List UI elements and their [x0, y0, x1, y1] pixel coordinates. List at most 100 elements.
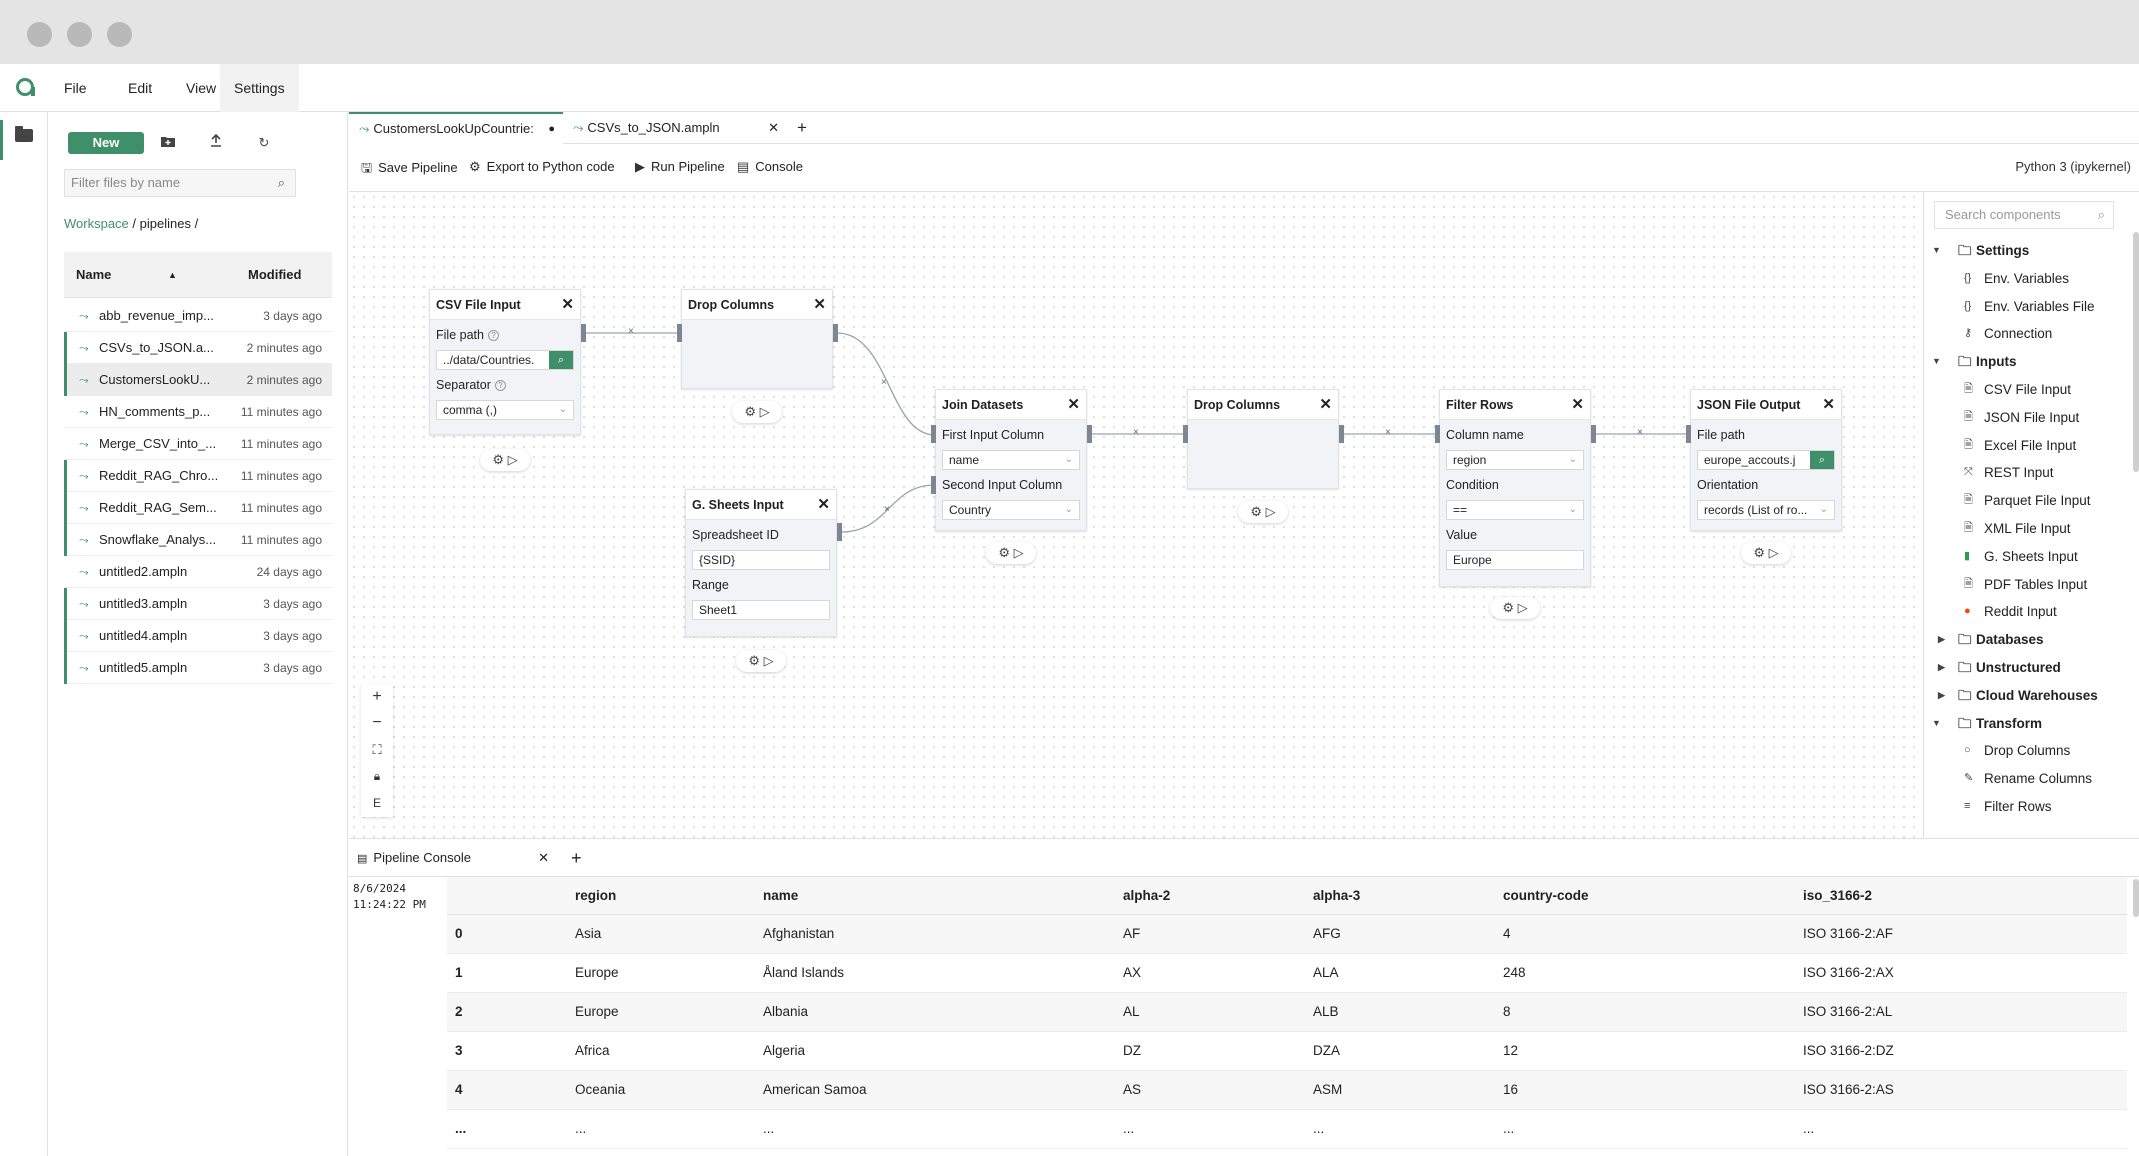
close-node-icon[interactable]: ✕ — [1571, 390, 1584, 420]
component-item[interactable]: 🗎 Parquet File Input — [1924, 487, 2134, 515]
help-icon[interactable]: ? — [487, 330, 499, 342]
value-input[interactable]: Europe — [1446, 550, 1584, 570]
input-handle-2[interactable] — [931, 476, 936, 494]
output-handle[interactable] — [833, 324, 838, 342]
close-tab-icon[interactable]: ✕ — [768, 112, 779, 144]
caret-down-icon[interactable]: ▼ — [1932, 237, 1941, 265]
component-category[interactable]: ▶ 🗀 Cloud Warehouses — [1924, 682, 2134, 710]
component-item[interactable]: ✎ Rename Columns — [1924, 765, 2134, 793]
unsaved-dot-icon[interactable]: ● — [548, 114, 555, 144]
run-node-icon[interactable]: ▷ — [1014, 545, 1024, 560]
file-list-item[interactable]: ⤳ CSVs_to_JSON.a... 2 minutes ago — [64, 332, 332, 364]
run-node-icon[interactable]: ▷ — [508, 452, 518, 467]
name-column-header[interactable]: Name — [76, 252, 111, 298]
component-item[interactable]: ● Reddit Input — [1924, 598, 2134, 626]
file-list-item[interactable]: ⤳ untitled5.ampln 3 days ago — [64, 652, 332, 684]
help-icon[interactable]: ? — [494, 380, 506, 392]
new-button[interactable]: New — [68, 132, 144, 154]
component-category[interactable]: ▶ 🗀 Databases — [1924, 626, 2134, 654]
run-node-icon[interactable]: ▷ — [1769, 545, 1779, 560]
component-category[interactable]: ▼ 🗀 Settings — [1924, 237, 2134, 265]
caret-right-icon[interactable]: ▶ — [1938, 654, 1945, 682]
export-python-button[interactable]: ⚙ Export to Python code — [469, 159, 615, 175]
input-handle[interactable] — [677, 324, 682, 342]
file-list-item[interactable]: ⤳ abb_revenue_imp... 3 days ago — [64, 300, 332, 332]
add-tab-button[interactable]: + — [787, 112, 817, 144]
settings-gear-icon[interactable]: ⚙ — [1753, 545, 1765, 560]
close-node-icon[interactable]: ✕ — [813, 290, 826, 320]
node-filter-rows[interactable]: Filter Rows ✕ Column name region ⌄ Conditi… — [1439, 389, 1591, 587]
settings-gear-icon[interactable]: ⚙ — [1502, 600, 1514, 615]
node-json-file-output[interactable]: JSON File Output ✕ File path europe_accou… — [1690, 389, 1842, 531]
close-node-icon[interactable]: ✕ — [561, 290, 574, 320]
file-list-item[interactable]: ⤳ Snowflake_Analys... 11 minutes ago — [64, 524, 332, 556]
lock-icon[interactable]: 🔒︎ — [363, 763, 391, 789]
browse-file-icon[interactable]: ⌕ — [549, 351, 573, 369]
layout-e-icon[interactable]: E — [363, 790, 391, 816]
settings-gear-icon[interactable]: ⚙ — [492, 452, 504, 467]
add-console-tab-button[interactable]: + — [571, 839, 582, 877]
delete-edge-icon[interactable]: × — [881, 377, 887, 388]
file-list-item[interactable]: ⤳ HN_comments_p... 11 minutes ago — [64, 396, 332, 428]
component-item[interactable]: 🗎 XML File Input — [1924, 515, 2134, 543]
settings-gear-icon[interactable]: ⚙ — [748, 653, 760, 668]
minimize-window-button[interactable] — [67, 22, 92, 47]
node-join-datasets[interactable]: Join Datasets ✕ First Input Column name ⌄ … — [935, 389, 1087, 531]
node-gsheets-input[interactable]: G. Sheets Input ✕ Spreadsheet ID {SSID} R… — [685, 489, 837, 637]
tab-customers-lookup[interactable]: ⤳ CustomersLookUpCountrie: ● — [349, 112, 563, 144]
first-input-column-select[interactable]: name ⌄ — [942, 450, 1080, 470]
file-filter-input[interactable]: Filter files by name ⌕ — [64, 169, 296, 197]
file-list-item[interactable]: ⤳ Reddit_RAG_Chro... 11 minutes ago — [64, 460, 332, 492]
console-scrollbar[interactable] — [2133, 879, 2139, 917]
run-node-icon[interactable]: ▷ — [1266, 504, 1276, 519]
settings-gear-icon[interactable]: ⚙ — [998, 545, 1010, 560]
input-handle[interactable] — [1183, 425, 1188, 443]
tab-csvs-to-json[interactable]: ⤳ CSVs_to_JSON.ampln ✕ — [563, 112, 787, 144]
spreadsheet-id-input[interactable]: {SSID} — [692, 550, 830, 570]
fit-view-icon[interactable]: ⛶ — [363, 737, 391, 763]
delete-edge-icon[interactable]: × — [1133, 427, 1139, 438]
pipeline-canvas[interactable]: × × × × × × CSV File Input ✕ File path? .… — [349, 192, 1923, 838]
caret-right-icon[interactable]: ▶ — [1938, 682, 1945, 710]
node-drop-columns-2[interactable]: Drop Columns ✕ — [1187, 389, 1339, 489]
component-item[interactable]: ≡ Filter Rows — [1924, 793, 2134, 821]
file-list-item[interactable]: ⤳ untitled3.ampln 3 days ago — [64, 588, 332, 620]
input-handle[interactable] — [1686, 425, 1691, 443]
caret-right-icon[interactable]: ▶ — [1938, 626, 1945, 654]
run-node-icon[interactable]: ▷ — [1518, 600, 1528, 615]
file-list-item[interactable]: ⤳ untitled2.ampln 24 days ago — [64, 556, 332, 588]
modified-column-header[interactable]: Modified — [248, 252, 301, 298]
breadcrumb-pipelines[interactable]: pipelines — [140, 216, 191, 231]
output-handle[interactable] — [1339, 425, 1344, 443]
settings-gear-icon[interactable]: ⚙ — [1250, 504, 1262, 519]
upload-icon[interactable] — [206, 133, 226, 152]
component-category[interactable]: ▼ 🗀 Inputs — [1924, 348, 2134, 376]
caret-down-icon[interactable]: ▼ — [1932, 710, 1941, 738]
component-item[interactable]: ⤧ REST Input — [1924, 459, 2134, 487]
menu-edit[interactable]: Edit — [114, 64, 166, 112]
component-search-input[interactable]: Search components ⌕ — [1934, 201, 2114, 229]
component-item[interactable]: ⚷ Connection — [1924, 320, 2134, 348]
console-button[interactable]: ▤ Console — [737, 159, 803, 175]
second-input-column-select[interactable]: Country ⌄ — [942, 500, 1080, 520]
range-input[interactable]: Sheet1 — [692, 600, 830, 620]
component-category[interactable]: ▶ 🗀 Unstructured — [1924, 654, 2134, 682]
file-list-item[interactable]: ⤳ Merge_CSV_into_... 11 minutes ago — [64, 428, 332, 460]
file-list-item[interactable]: ⤳ Reddit_RAG_Sem... 11 minutes ago — [64, 492, 332, 524]
component-item[interactable]: 🗎 PDF Tables Input — [1924, 571, 2134, 599]
orientation-select[interactable]: records (List of ro... ⌄ — [1697, 500, 1835, 520]
component-item[interactable]: 🗎 JSON File Input — [1924, 404, 2134, 432]
close-window-button[interactable] — [27, 22, 52, 47]
file-list-item[interactable]: ⤳ CustomersLookU... 2 minutes ago — [64, 364, 332, 396]
output-handle[interactable] — [1087, 425, 1092, 443]
delete-edge-icon[interactable]: × — [628, 326, 634, 337]
close-node-icon[interactable]: ✕ — [817, 490, 830, 520]
browse-file-icon[interactable]: ⌕ — [1810, 451, 1834, 469]
component-item[interactable]: 🗎 CSV File Input — [1924, 376, 2134, 404]
condition-select[interactable]: == ⌄ — [1446, 500, 1584, 520]
new-folder-icon[interactable] — [158, 134, 178, 152]
kernel-status[interactable]: Python 3 (ipykernel) — [2015, 159, 2131, 174]
maximize-window-button[interactable] — [107, 22, 132, 47]
save-pipeline-button[interactable]: 🖫 Save Pipeline — [361, 159, 458, 181]
close-tab-icon[interactable]: ✕ — [538, 839, 549, 877]
